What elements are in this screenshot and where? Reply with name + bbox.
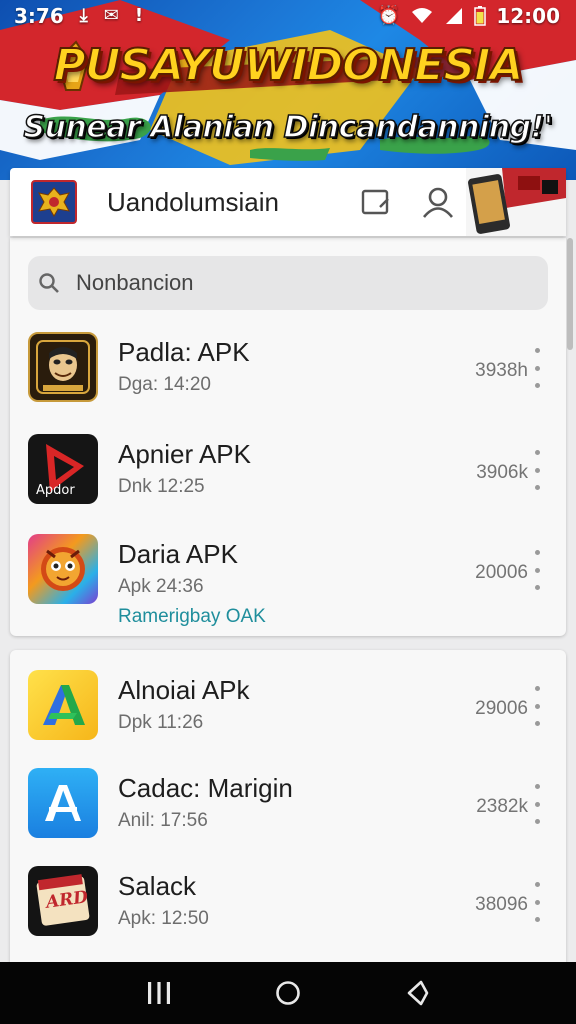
back-icon [408, 980, 429, 1006]
app-meta: Apk 24:36 [118, 576, 204, 597]
status-bar: 3:76 ⤓ ✉ ! ⏰ 12:00 [0, 0, 576, 32]
system-nav-bar [0, 962, 576, 1024]
app-size: 20006 [475, 562, 528, 583]
app-title: Uandolumsiain [107, 186, 279, 217]
app-size: 29006 [475, 698, 528, 719]
alarm-icon: ⏰ [377, 5, 401, 26]
list-item[interactable]: Daria APK Apk 24:36 Ramerigbay OAK 20006 [10, 534, 566, 630]
more-options-icon[interactable] [530, 348, 544, 388]
recents-button[interactable] [139, 973, 179, 1013]
app-size: 3938h [475, 360, 528, 381]
edit-button[interactable] [356, 182, 396, 222]
notification-icon: ✉ [103, 5, 119, 26]
more-options-icon[interactable] [530, 784, 544, 824]
status-time-left: 3:76 [14, 4, 64, 28]
app-title: Salack [118, 871, 197, 901]
search-placeholder: Nonbancion [76, 270, 194, 295]
recents-icon [147, 982, 170, 1004]
home-icon [276, 981, 300, 1005]
app-size: 2382k [476, 796, 528, 817]
promo-thumbnail[interactable] [466, 168, 566, 236]
app-title: Daria APK [118, 539, 238, 569]
list-item[interactable]: Padla: APK Dga: 14:20 3938h [10, 332, 566, 428]
wifi-icon [412, 8, 433, 23]
list-item[interactable]: Apdor Apnier APK Dnk 12:25 3906k [10, 434, 566, 530]
app-meta: Dnk 12:25 [118, 476, 205, 497]
home-button[interactable] [268, 973, 308, 1013]
garuda-emblem-icon [38, 187, 70, 218]
apps-panel-1: Nonbancion Padla: APK Dga: 14:20 3938h A… [10, 238, 566, 636]
apps-panel-2: Alnoiai APk Dpk 11:26 29006 Cadac: Marig… [10, 650, 566, 970]
app-meta: Apk: 12:50 [118, 908, 209, 929]
battery-icon [474, 6, 487, 26]
more-options-icon[interactable] [530, 450, 544, 490]
app-size: 3906k [476, 462, 528, 483]
app-logo[interactable] [31, 180, 77, 224]
app-title: Alnoiai APk [118, 675, 250, 705]
list-item[interactable]: ARD Salack Apk: 12:50 38096 [10, 866, 566, 962]
app-meta: Dga: 14:20 [118, 374, 211, 395]
scrollbar[interactable] [567, 238, 573, 350]
search-icon [39, 273, 59, 293]
app-header: Uandolumsiain [10, 168, 566, 236]
app-link[interactable]: Ramerigbay OAK [118, 606, 266, 628]
app-title: Cadac: Marigin [118, 773, 293, 803]
more-options-icon[interactable] [530, 882, 544, 922]
user-icon [422, 187, 454, 218]
play-icon: Apdor [28, 434, 98, 504]
app-icon-label: Apdor [36, 483, 75, 498]
list-item[interactable]: Alnoiai APk Dpk 11:26 29006 [10, 670, 566, 766]
back-button[interactable] [397, 973, 437, 1013]
banner-title: PUSAYUWIDONESIA [52, 39, 524, 92]
app-title: Padla: APK [118, 337, 250, 367]
status-time-right: 12:00 [496, 4, 560, 28]
more-options-icon[interactable] [530, 550, 544, 590]
mask-icon [28, 332, 98, 402]
search-input[interactable]: Nonbancion [28, 256, 548, 310]
edit-square-icon [361, 189, 389, 215]
list-item[interactable]: Cadac: Marigin Anil: 17:56 2382k [10, 768, 566, 864]
signal-icon [446, 8, 463, 24]
app-title: Apnier APK [118, 439, 251, 469]
phone-promo-icon [466, 168, 566, 236]
store-a-icon [28, 768, 98, 838]
app-size: 38096 [475, 894, 528, 915]
tiger-icon [28, 534, 98, 604]
game-icon: ARD [28, 866, 98, 936]
more-options-icon[interactable] [530, 686, 544, 726]
account-button[interactable] [418, 182, 458, 222]
download-icon: ⤓ [79, 5, 88, 26]
app-meta: Anil: 17:56 [118, 810, 208, 831]
app-meta: Dpk 11:26 [118, 712, 204, 733]
banner-subtitle: Sunear Alanian Dincandanning!' [23, 109, 554, 146]
arrow-a-icon [28, 670, 98, 740]
alert-icon: ! [134, 5, 144, 26]
